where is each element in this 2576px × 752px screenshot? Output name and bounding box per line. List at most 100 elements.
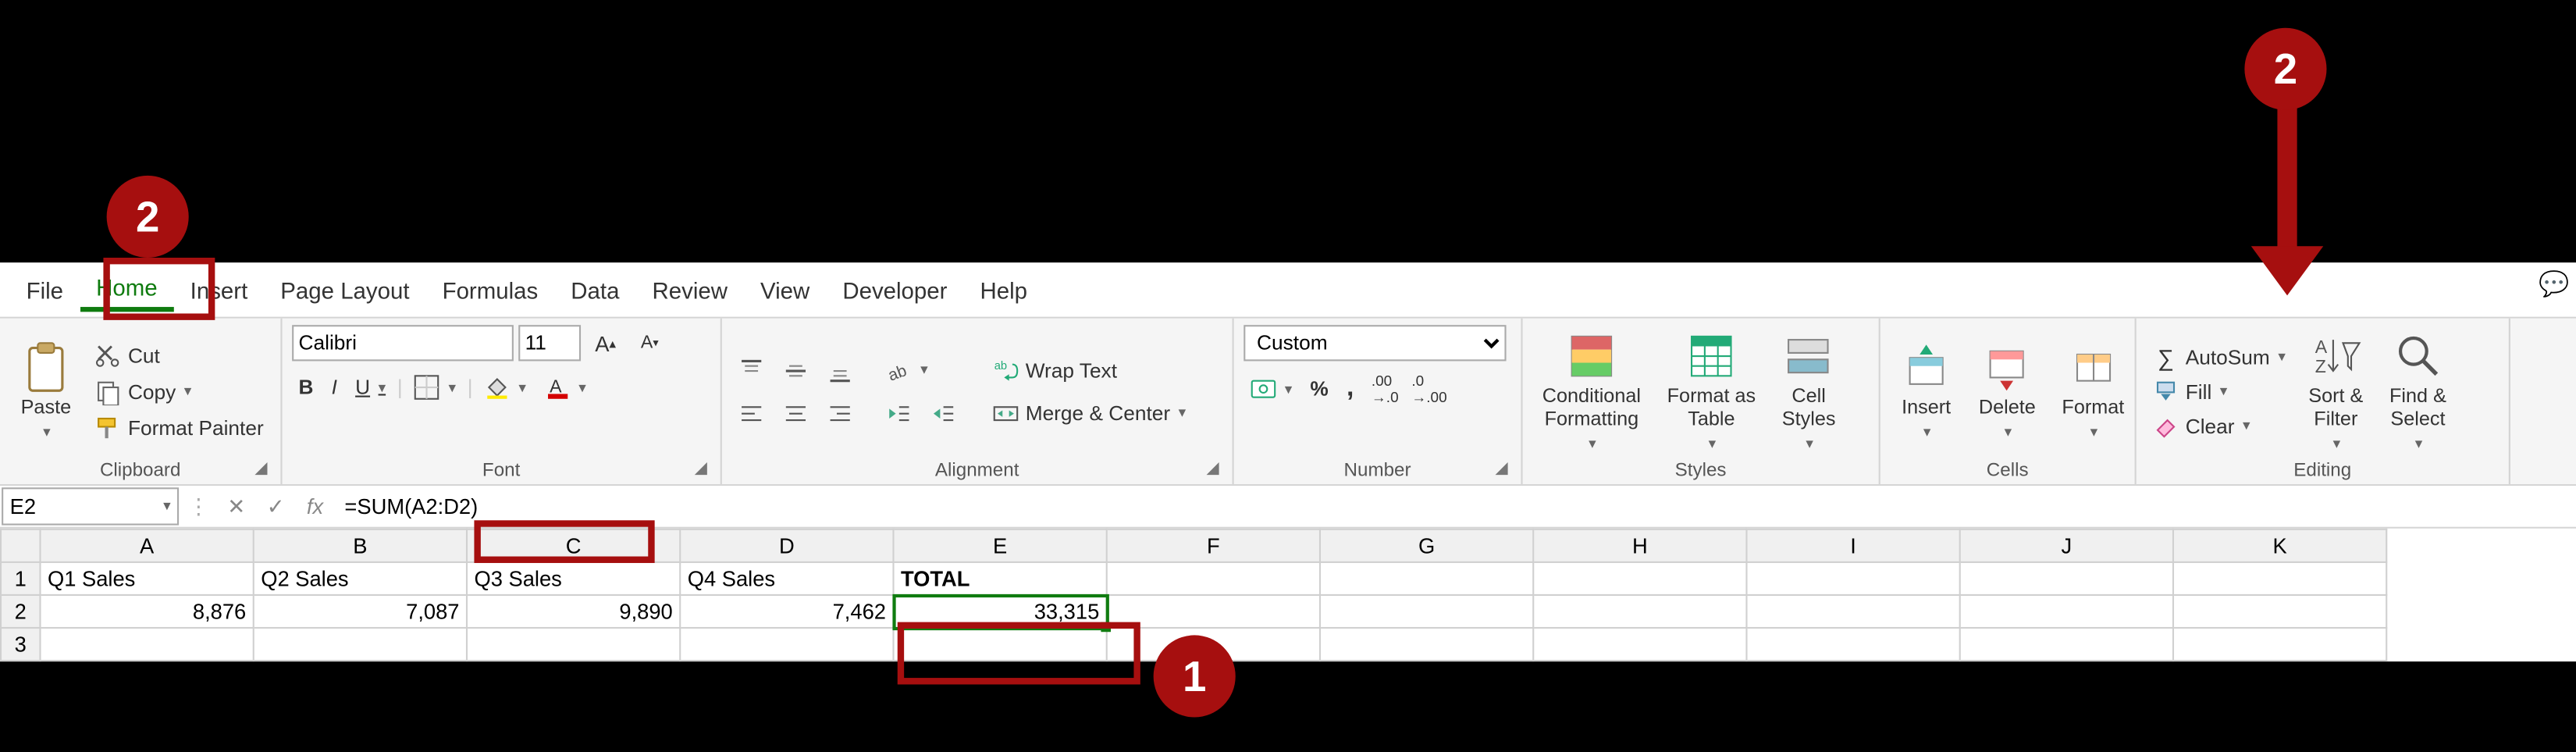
cell[interactable]	[1320, 562, 1533, 595]
cell[interactable]: 8,876	[40, 595, 253, 628]
align-center-button[interactable]	[776, 397, 815, 429]
copy-button[interactable]: Copy▾	[89, 375, 271, 408]
font-color-button[interactable]: A▾	[538, 371, 592, 404]
cell[interactable]	[1533, 595, 1746, 628]
column-header[interactable]: J	[1960, 529, 2173, 562]
cell[interactable]	[1107, 595, 1320, 628]
cell[interactable]	[1320, 628, 1533, 661]
fill-color-button[interactable]: ▾	[478, 371, 532, 404]
comments-icon[interactable]: 💬	[2539, 269, 2569, 299]
align-left-button[interactable]	[731, 397, 770, 429]
column-header[interactable]: H	[1533, 529, 1746, 562]
cell[interactable]: 7,087	[254, 595, 467, 628]
tab-data[interactable]: Data	[554, 270, 635, 309]
find-select-button[interactable]: Find & Select▾	[2379, 327, 2456, 456]
font-size-combo[interactable]	[518, 325, 581, 361]
comma-button[interactable]: ,	[1340, 371, 1361, 407]
bold-button[interactable]: B	[292, 372, 320, 402]
decrease-indent-button[interactable]	[880, 397, 919, 429]
cell[interactable]	[1533, 562, 1746, 595]
font-name-combo[interactable]	[292, 325, 514, 361]
cell[interactable]: TOTAL	[893, 562, 1106, 595]
row-header[interactable]: 3	[1, 628, 40, 661]
enter-formula-button[interactable]: ✓	[256, 486, 295, 527]
select-all-corner[interactable]	[1, 529, 40, 562]
paste-button[interactable]: Paste▾	[10, 337, 82, 445]
cell[interactable]	[2173, 562, 2386, 595]
cell[interactable]	[2173, 628, 2386, 661]
cell[interactable]: Q2 Sales	[254, 562, 467, 595]
formula-input[interactable]: =SUM(A2:D2)	[335, 486, 2576, 527]
column-header[interactable]: B	[254, 529, 467, 562]
column-header[interactable]: A	[40, 529, 253, 562]
cell[interactable]	[1746, 562, 1959, 595]
cell[interactable]	[1746, 628, 1959, 661]
cell[interactable]	[1960, 562, 2173, 595]
cell[interactable]	[1960, 628, 2173, 661]
spreadsheet-grid[interactable]: ABCDEFGHIJK 1Q1 SalesQ2 SalesQ3 SalesQ4 …	[0, 529, 2576, 661]
column-header[interactable]: C	[467, 529, 680, 562]
tab-home[interactable]: Home	[80, 268, 174, 312]
cell[interactable]	[40, 628, 253, 661]
insert-cells-button[interactable]: Insert▾	[1890, 337, 1962, 445]
autosum-button[interactable]: ∑ AutoSum▾	[2146, 340, 2292, 373]
increase-font-button[interactable]: A▴	[585, 326, 624, 359]
cell[interactable]: 33,315	[893, 595, 1106, 628]
cell[interactable]: 7,462	[680, 595, 893, 628]
insert-function-button[interactable]: fx	[295, 486, 334, 527]
cell[interactable]	[1533, 628, 1746, 661]
row-header[interactable]: 2	[1, 595, 40, 628]
column-header[interactable]: F	[1107, 529, 1320, 562]
tab-insert[interactable]: Insert	[174, 270, 265, 309]
wrap-text-button[interactable]: ab Wrap Text	[986, 354, 1192, 387]
cell[interactable]: Q4 Sales	[680, 562, 893, 595]
cell[interactable]	[2173, 595, 2386, 628]
tab-file[interactable]: File	[10, 270, 80, 309]
accounting-format-button[interactable]: ▾	[1244, 372, 1298, 405]
align-top-button[interactable]	[731, 354, 770, 387]
format-as-table-button[interactable]: Format as Table▾	[1657, 327, 1766, 456]
sort-filter-button[interactable]: AZ Sort & Filter▾	[2299, 327, 2373, 456]
conditional-formatting-button[interactable]: Conditional Formatting▾	[1532, 327, 1650, 456]
align-right-button[interactable]	[820, 397, 859, 429]
column-header[interactable]: G	[1320, 529, 1533, 562]
tab-formulas[interactable]: Formulas	[426, 270, 555, 309]
dialog-launcher-font[interactable]: ◢	[692, 460, 711, 478]
align-bottom-button[interactable]	[820, 354, 859, 387]
column-header[interactable]: I	[1746, 529, 1959, 562]
tab-page-layout[interactable]: Page Layout	[264, 270, 425, 309]
format-painter-button[interactable]: Format Painter	[89, 412, 271, 444]
cell[interactable]	[467, 628, 680, 661]
align-middle-button[interactable]	[776, 354, 815, 387]
column-header[interactable]: D	[680, 529, 893, 562]
merge-center-button[interactable]: Merge & Center▾	[986, 397, 1192, 429]
cell[interactable]: Q3 Sales	[467, 562, 680, 595]
orientation-button[interactable]: ab▾	[880, 354, 934, 387]
cell-styles-button[interactable]: Cell Styles▾	[1772, 327, 1845, 456]
cell[interactable]	[1107, 562, 1320, 595]
cell[interactable]: Q1 Sales	[40, 562, 253, 595]
cell[interactable]	[254, 628, 467, 661]
cell[interactable]	[1320, 595, 1533, 628]
cell[interactable]	[1746, 595, 1959, 628]
dialog-launcher-alignment[interactable]: ◢	[1203, 460, 1222, 478]
italic-button[interactable]: I	[325, 372, 343, 402]
delete-cells-button[interactable]: Delete▾	[1969, 337, 2045, 445]
column-header[interactable]: E	[893, 529, 1106, 562]
fill-button[interactable]: Fill▾	[2146, 375, 2292, 408]
underline-button[interactable]: U▾	[349, 372, 393, 402]
cell[interactable]	[680, 628, 893, 661]
tab-view[interactable]: View	[744, 270, 826, 309]
cell[interactable]	[1960, 595, 2173, 628]
increase-indent-button[interactable]	[923, 397, 962, 429]
clear-button[interactable]: Clear▾	[2146, 409, 2292, 442]
decrease-font-button[interactable]: A▾	[630, 326, 669, 359]
tab-help[interactable]: Help	[964, 270, 1044, 309]
decrease-decimal-button[interactable]: .0→.00	[1410, 372, 1449, 405]
dialog-launcher-clipboard[interactable]: ◢	[251, 460, 271, 478]
increase-decimal-button[interactable]: .00→.0	[1365, 372, 1404, 405]
tab-developer[interactable]: Developer	[826, 270, 963, 309]
cut-button[interactable]: Cut	[89, 339, 271, 372]
cell[interactable]: 9,890	[467, 595, 680, 628]
percent-button[interactable]: %	[1304, 374, 1335, 404]
